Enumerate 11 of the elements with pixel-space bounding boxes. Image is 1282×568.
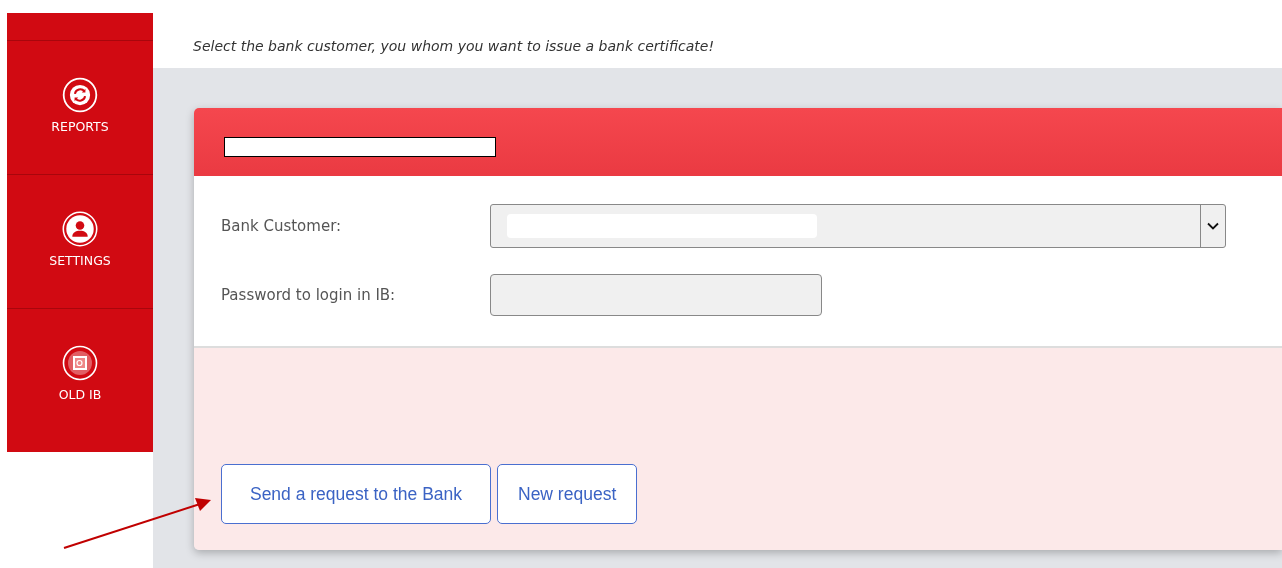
safe-icon — [62, 345, 98, 381]
send-request-button[interactable]: Send a request to the Bank — [221, 464, 491, 524]
field-label: Bank Customer: — [221, 217, 343, 235]
sidebar-item[interactable]: OLD IB — [7, 309, 153, 452]
new-request-button[interactable]: New request — [497, 464, 638, 524]
refresh-icon — [62, 77, 98, 113]
user-icon — [62, 211, 98, 247]
instruction-text: Select the bank customer, you whom you want to issue a bank certificate! — [193, 38, 714, 54]
field-label: Password to login in IB: — [221, 286, 397, 304]
password-field[interactable] — [490, 274, 822, 316]
customer-select[interactable] — [490, 204, 1226, 248]
